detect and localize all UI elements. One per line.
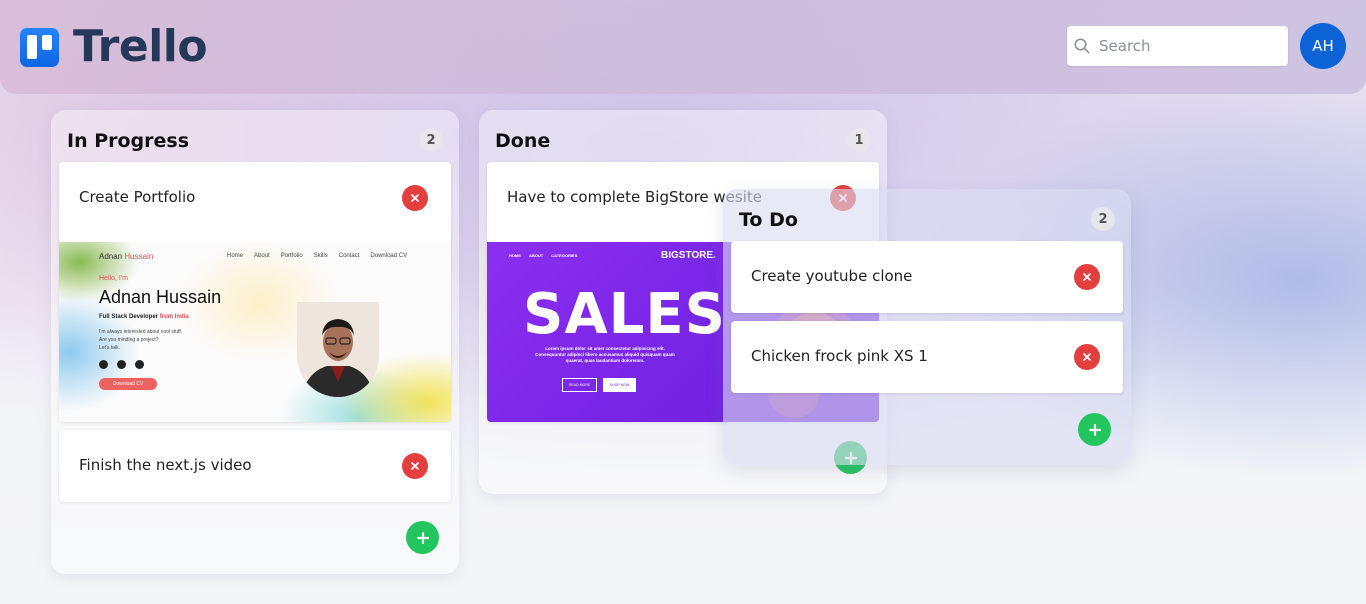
card-count-badge: 2 (419, 128, 443, 152)
column-to-do[interactable]: To Do 2 Create youtube clone Chicken fro… (723, 189, 1131, 465)
card-title: Chicken frock pink XS 1 (751, 347, 928, 365)
logo-text: Trello (73, 21, 208, 72)
card-count-badge: 1 (847, 128, 871, 152)
close-icon (411, 462, 419, 470)
column-title: Done (495, 130, 551, 152)
search-box[interactable] (1067, 26, 1288, 66)
card-chicken-frock[interactable]: Chicken frock pink XS 1 (731, 321, 1123, 393)
search-icon (1074, 38, 1090, 54)
delete-card-button[interactable] (1074, 264, 1100, 290)
close-icon (1083, 273, 1091, 281)
card-youtube-clone[interactable]: Create youtube clone (731, 241, 1123, 313)
card-title: Create youtube clone (751, 267, 913, 285)
delete-card-button[interactable] (402, 453, 428, 479)
thumbnail-nav: HOME ABOUT CATEGORIES (509, 253, 578, 258)
card-create-portfolio[interactable]: Create Portfolio Adnan Hussain Home Abou… (59, 162, 451, 422)
close-icon (1083, 353, 1091, 361)
search-input[interactable] (1099, 37, 1279, 55)
thumbnail-nav: Home About Portfolio Skills Contact Down… (227, 253, 408, 259)
plus-icon (1088, 423, 1101, 436)
user-avatar[interactable]: AH (1300, 23, 1346, 69)
delete-card-button[interactable] (402, 185, 428, 211)
trello-board-icon (20, 27, 59, 67)
column-in-progress: In Progress 2 Create Portfolio Adnan Hus… (51, 110, 459, 574)
close-icon (411, 194, 419, 202)
add-card-button[interactable] (406, 521, 439, 554)
card-title: Finish the next.js video (79, 456, 252, 474)
card-count-badge: 2 (1091, 207, 1115, 231)
card-title: Create Portfolio (79, 188, 196, 206)
add-card-button[interactable] (1078, 413, 1111, 446)
plus-icon (416, 531, 429, 544)
trello-logo[interactable]: Trello (20, 21, 208, 72)
social-icons (99, 360, 144, 369)
card-finish-nextjs[interactable]: Finish the next.js video (59, 430, 451, 502)
profile-photo (297, 302, 379, 397)
delete-card-button[interactable] (1074, 344, 1100, 370)
column-title: In Progress (67, 130, 190, 152)
column-title: To Do (739, 209, 798, 231)
card-thumbnail: Adnan Hussain Home About Portfolio Skill… (59, 242, 451, 422)
top-bar: Trello AH (0, 0, 1366, 94)
